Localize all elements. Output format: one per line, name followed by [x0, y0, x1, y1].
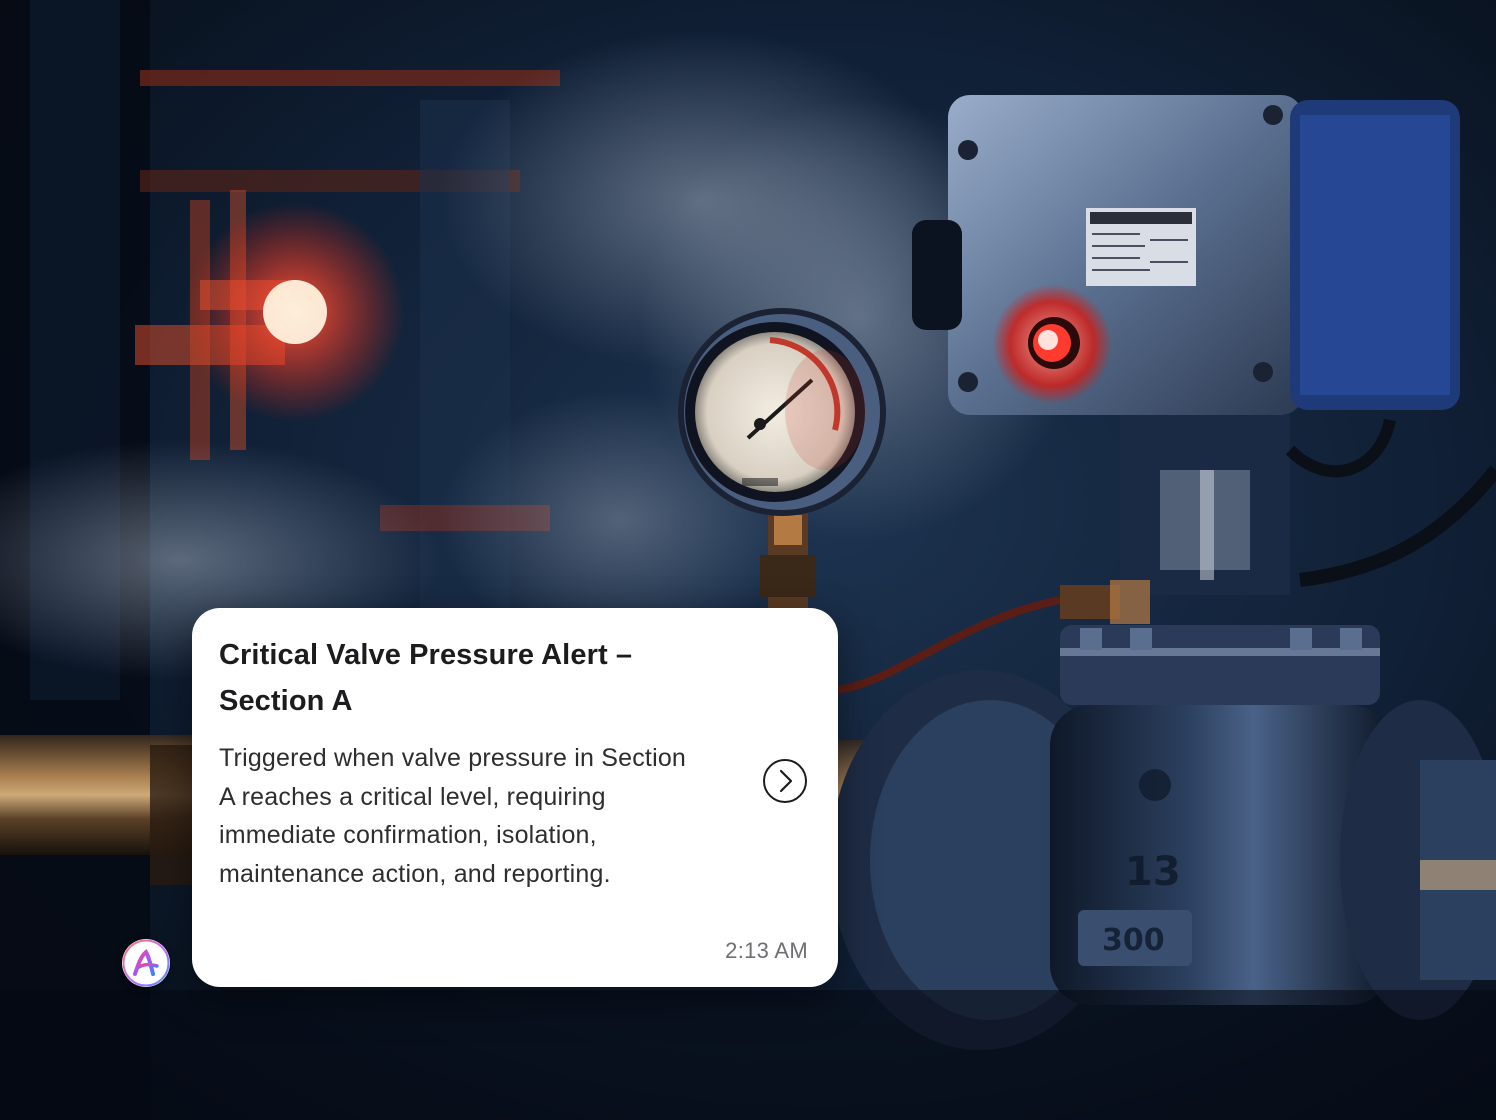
chevron-right-circle-icon — [763, 759, 807, 803]
notification-body: Triggered when valve pressure in Section… — [219, 744, 687, 888]
assistant-logo-icon — [122, 939, 170, 987]
open-alert-button[interactable] — [762, 758, 808, 804]
svg-text:300: 300 — [1102, 923, 1165, 958]
notification-title: Critical Valve Pressure Alert – Section … — [219, 639, 633, 717]
svg-text:13: 13 — [1125, 849, 1181, 895]
assistant-avatar[interactable] — [122, 939, 170, 987]
notification-card[interactable]: Critical Valve Pressure Alert – Section … — [192, 608, 838, 987]
notification-time: 2:13 AM — [725, 938, 808, 963]
